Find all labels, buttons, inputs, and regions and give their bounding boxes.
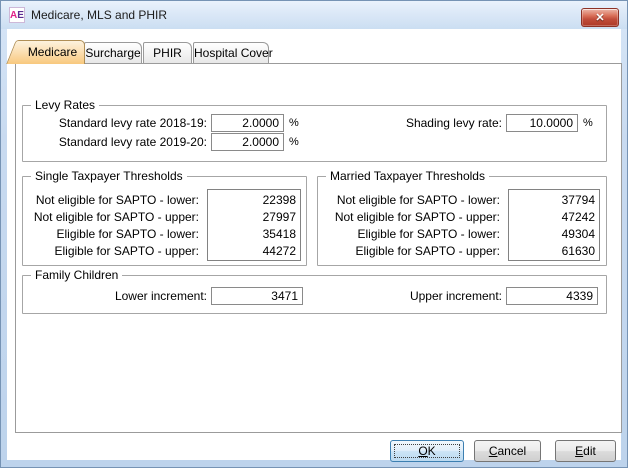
- input-lower-increment[interactable]: 3471: [211, 287, 303, 305]
- title-bar[interactable]: AE Medicare, MLS and PHIR ✕: [1, 1, 627, 29]
- app-icon-letter-a: A: [10, 10, 17, 21]
- group-single-thresholds: Single Taxpayer Thresholds Not eligible …: [22, 176, 307, 266]
- label-single-not-eligible-upper: Not eligible for SAPTO - upper:: [23, 209, 203, 226]
- group-levy-rates-title: Levy Rates: [31, 98, 99, 112]
- ok-button[interactable]: OK: [390, 440, 464, 462]
- tab-surcharge[interactable]: Surcharge: [84, 42, 142, 64]
- tab-hospital-cover[interactable]: Hospital Cover: [193, 42, 269, 64]
- app-icon-letter-e: E: [17, 10, 24, 21]
- edit-button-accel: E: [575, 444, 583, 458]
- row-standard-levy-2018-19: Standard levy rate 2018-19: 2.0000 %: [23, 114, 299, 132]
- close-button[interactable]: ✕: [581, 8, 619, 27]
- ok-button-accel: O: [418, 444, 427, 458]
- single-threshold-values-box[interactable]: 22398 27997 35418 44272: [207, 189, 301, 261]
- tab-phir-label: PHIR: [153, 46, 182, 60]
- label-single-not-eligible-lower: Not eligible for SAPTO - lower:: [23, 192, 203, 209]
- input-upper-increment[interactable]: 4339: [506, 287, 598, 305]
- tab-hospital-cover-label: Hospital Cover: [194, 46, 273, 60]
- tab-medicare-label: Medicare: [28, 45, 77, 59]
- ok-button-label: K: [428, 444, 436, 458]
- tab-surcharge-label: Surcharge: [85, 46, 140, 60]
- input-standard-levy-2019-20[interactable]: 2.0000: [211, 133, 284, 151]
- dialog-client: Medicare Surcharge PHIR Hospital Cover L…: [7, 29, 621, 460]
- cancel-button[interactable]: Cancel: [474, 440, 541, 462]
- label-shading-levy-rate: Shading levy rate:: [283, 116, 506, 130]
- label-married-eligible-lower: Eligible for SAPTO - lower:: [318, 226, 504, 243]
- value-married-eligible-upper[interactable]: 61630: [513, 243, 595, 260]
- value-married-not-eligible-lower[interactable]: 37794: [513, 192, 595, 209]
- married-threshold-labels: Not eligible for SAPTO - lower: Not elig…: [318, 192, 504, 260]
- value-single-not-eligible-upper[interactable]: 27997: [212, 209, 296, 226]
- row-lower-increment: Lower increment: 3471: [23, 287, 303, 305]
- value-married-not-eligible-upper[interactable]: 47242: [513, 209, 595, 226]
- label-standard-levy-2019-20: Standard levy rate 2019-20:: [23, 135, 211, 149]
- edit-button[interactable]: Edit: [555, 440, 616, 462]
- row-shading-levy-rate: Shading levy rate: 10.0000 %: [283, 114, 593, 132]
- value-single-eligible-upper[interactable]: 44272: [212, 243, 296, 260]
- group-married-thresholds: Married Taxpayer Thresholds Not eligible…: [317, 176, 607, 266]
- label-single-eligible-lower: Eligible for SAPTO - lower:: [23, 226, 203, 243]
- label-upper-increment: Upper increment:: [303, 289, 506, 303]
- label-married-not-eligible-upper: Not eligible for SAPTO - upper:: [318, 209, 504, 226]
- value-single-not-eligible-lower[interactable]: 22398: [212, 192, 296, 209]
- group-levy-rates: Levy Rates Standard levy rate 2018-19: 2…: [22, 105, 607, 162]
- dialog-window: AE Medicare, MLS and PHIR ✕ Medicare Sur…: [0, 0, 628, 468]
- percent-suffix: %: [583, 117, 593, 129]
- single-threshold-labels: Not eligible for SAPTO - lower: Not elig…: [23, 192, 203, 260]
- label-married-not-eligible-lower: Not eligible for SAPTO - lower:: [318, 192, 504, 209]
- cancel-button-label: ancel: [497, 444, 526, 458]
- row-upper-increment: Upper increment: 4339: [303, 287, 598, 305]
- tab-medicare[interactable]: Medicare: [21, 40, 85, 64]
- tab-phir[interactable]: PHIR: [143, 42, 192, 64]
- app-icon: AE: [9, 7, 25, 23]
- row-standard-levy-2019-20: Standard levy rate 2019-20: 2.0000 %: [23, 133, 299, 151]
- group-family-children-title: Family Children: [31, 268, 122, 282]
- input-standard-levy-2018-19[interactable]: 2.0000: [211, 114, 284, 132]
- label-lower-increment: Lower increment:: [23, 289, 211, 303]
- group-married-thresholds-title: Married Taxpayer Thresholds: [326, 169, 489, 183]
- percent-suffix: %: [289, 136, 299, 148]
- tab-page-medicare: Levy Rates Standard levy rate 2018-19: 2…: [15, 63, 622, 433]
- label-standard-levy-2018-19: Standard levy rate 2018-19:: [23, 116, 211, 130]
- window-title: Medicare, MLS and PHIR: [31, 8, 167, 22]
- edit-button-label: dit: [583, 444, 596, 458]
- label-single-eligible-upper: Eligible for SAPTO - upper:: [23, 243, 203, 260]
- married-threshold-values-box[interactable]: 37794 47242 49304 61630: [508, 189, 600, 261]
- group-family-children: Family Children Lower increment: 3471 Up…: [22, 275, 607, 314]
- value-married-eligible-lower[interactable]: 49304: [513, 226, 595, 243]
- input-shading-levy-rate[interactable]: 10.0000: [506, 114, 578, 132]
- value-single-eligible-lower[interactable]: 35418: [212, 226, 296, 243]
- label-married-eligible-upper: Eligible for SAPTO - upper:: [318, 243, 504, 260]
- group-single-thresholds-title: Single Taxpayer Thresholds: [31, 169, 187, 183]
- close-icon: ✕: [595, 12, 604, 24]
